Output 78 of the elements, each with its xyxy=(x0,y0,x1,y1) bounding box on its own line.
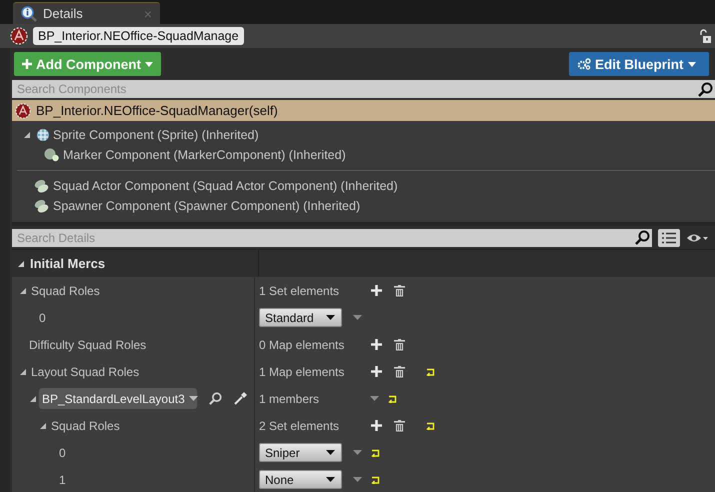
element-count: 0 Map elements xyxy=(259,338,346,352)
expand-arrow-icon[interactable] xyxy=(29,394,37,402)
gears-icon xyxy=(577,58,591,70)
edit-blueprint-button[interactable]: Edit Blueprint xyxy=(569,52,709,76)
lock-icon[interactable] xyxy=(699,29,711,43)
plus-icon[interactable] xyxy=(371,285,382,296)
reset-arrow-icon[interactable] xyxy=(426,368,435,376)
component-name: Sprite Component (Sprite) (Inherited) xyxy=(53,128,259,142)
view-options-button[interactable] xyxy=(658,228,680,246)
trash-icon[interactable] xyxy=(394,366,405,378)
caret-icon xyxy=(326,315,335,320)
caret-icon[interactable] xyxy=(353,477,362,482)
component-icon xyxy=(34,179,50,193)
component-row[interactable]: Squad Actor Component (Squad Actor Component) (Inherited) xyxy=(12,176,715,196)
category-title: Initial Mercs xyxy=(30,256,106,271)
reset-arrow-icon[interactable] xyxy=(388,394,397,402)
eyedropper-icon[interactable] xyxy=(234,392,247,405)
trash-icon[interactable] xyxy=(394,420,405,432)
component-name: BP_Interior.NEOffice-SquadManager(self) xyxy=(36,103,278,118)
component-name: Squad Actor Component (Squad Actor Component) (Inherited) xyxy=(53,179,398,193)
search-details-field[interactable]: Search Details xyxy=(12,228,652,246)
member-count: 1 members xyxy=(259,392,320,406)
component-name: Spawner Component (Spawner Component) (Inherited) xyxy=(53,199,360,213)
details-tab[interactable]: Details × xyxy=(13,2,160,24)
expand-arrow-icon[interactable] xyxy=(19,368,27,376)
expand-arrow-icon[interactable] xyxy=(23,131,31,139)
reset-arrow-icon[interactable] xyxy=(426,422,435,430)
element-count: 2 Set elements xyxy=(259,418,340,432)
caret-icon xyxy=(188,396,198,401)
property-name: 0 xyxy=(59,446,66,460)
dropdown[interactable]: None xyxy=(259,470,342,489)
element-count: 1 Set elements xyxy=(259,284,340,298)
component-row[interactable]: Marker Component (MarkerComponent) (Inherited) xyxy=(12,145,715,165)
reset-arrow-icon[interactable] xyxy=(371,476,380,484)
caret-icon xyxy=(688,62,696,66)
property-name: Difficulty Squad Roles xyxy=(29,338,146,352)
property-name: Squad Roles xyxy=(31,284,100,298)
caret-icon xyxy=(326,477,335,482)
plus-icon[interactable] xyxy=(371,420,382,431)
expand-arrow-icon[interactable] xyxy=(19,286,27,294)
property-name: Squad Roles xyxy=(51,418,120,432)
component-row[interactable]: Sprite Component (Sprite) (Inherited) xyxy=(12,125,715,145)
dropdown[interactable]: Sniper xyxy=(259,443,342,462)
caret-icon xyxy=(144,62,153,66)
actor-icon xyxy=(15,102,31,118)
plus-icon[interactable] xyxy=(371,339,382,350)
trash-icon[interactable] xyxy=(394,338,405,350)
info-magnifier-icon xyxy=(21,6,37,22)
component-icon xyxy=(34,199,50,213)
expand-arrow-icon[interactable] xyxy=(17,260,25,268)
component-row[interactable]: BP_Interior.NEOffice-SquadManager(self) xyxy=(12,100,715,121)
eye-icon[interactable] xyxy=(686,232,708,244)
search-components-field[interactable]: Search Components xyxy=(12,80,715,98)
actor-icon xyxy=(10,27,28,45)
caret-icon xyxy=(326,450,335,455)
component-row[interactable]: Spawner Component (Spawner Component) (Inherited) xyxy=(12,196,715,216)
property-name: 1 xyxy=(59,472,66,486)
element-count: 1 Map elements xyxy=(259,364,346,378)
search-icon[interactable] xyxy=(209,392,222,405)
expand-arrow-icon[interactable] xyxy=(39,422,47,430)
component-name: Marker Component (MarkerComponent) (Inherited) xyxy=(63,148,346,162)
search-icon[interactable] xyxy=(635,230,650,245)
search-icon[interactable] xyxy=(698,82,713,96)
caret-icon[interactable] xyxy=(370,396,379,401)
checkered-sphere-icon xyxy=(36,128,50,142)
sphere-icon xyxy=(44,148,60,162)
property-name: 0 xyxy=(39,310,46,324)
asset-picker[interactable]: BP_StandardLevelLayout3 xyxy=(39,388,197,409)
actor-name-field[interactable]: BP_Interior.NEOffice-SquadManage xyxy=(33,27,244,45)
trash-icon[interactable] xyxy=(394,284,405,296)
property-name: Layout Squad Roles xyxy=(31,364,140,378)
reset-arrow-icon[interactable] xyxy=(371,448,380,456)
tab-title: Details xyxy=(43,6,83,21)
caret-icon[interactable] xyxy=(353,315,362,320)
dropdown[interactable]: Standard xyxy=(259,308,342,327)
plus-icon xyxy=(22,59,32,69)
plus-icon[interactable] xyxy=(371,366,382,377)
caret-icon[interactable] xyxy=(353,450,362,455)
